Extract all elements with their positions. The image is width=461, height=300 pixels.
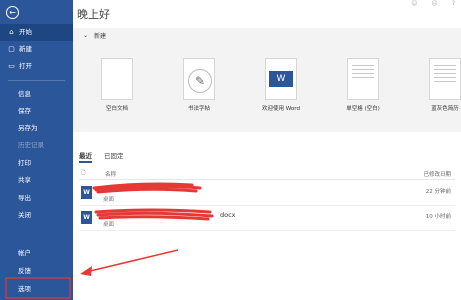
- template-thumbnail: [101, 58, 133, 100]
- nav-history: 历史记录: [18, 141, 44, 149]
- smiley-icon[interactable]: ☺: [411, 0, 417, 7]
- template-thumbnail: [347, 58, 379, 100]
- sidebar-divider: [8, 80, 65, 81]
- nav-new-label: 新建: [19, 45, 32, 53]
- word-doc-icon: W: [81, 186, 92, 199]
- file-location: 桌面: [103, 222, 115, 228]
- brush-icon: ✎: [188, 69, 212, 93]
- nav-open-label: 打开: [19, 62, 32, 70]
- template-calligraphy[interactable]: ✎ 书法字帖: [169, 58, 229, 112]
- column-name[interactable]: 名称: [105, 170, 116, 178]
- nav-print[interactable]: 打印: [0, 155, 73, 172]
- nav-close[interactable]: 关闭: [0, 207, 73, 224]
- nav-home-label: 开始: [19, 28, 32, 36]
- home-icon: ⌂: [9, 28, 14, 36]
- folder-open-icon: ▭: [8, 62, 15, 70]
- text-lines-icon: [352, 65, 374, 81]
- template-resume[interactable]: 蓝灰色简历: [415, 58, 461, 112]
- new-section: ⌄ 新建 空白文档 ✎ 书法字帖 W 欢迎使用 Word 单空格 (空白) 蓝灰…: [73, 28, 461, 132]
- nav-new[interactable]: ▢ 新建: [0, 41, 73, 58]
- text-lines-icon: [434, 65, 456, 85]
- template-thumbnail: W: [265, 58, 297, 100]
- template-label: 蓝灰色简历: [431, 106, 459, 112]
- nav-feedback[interactable]: 反馈: [0, 263, 73, 280]
- word-doc-icon: W: [81, 211, 92, 224]
- frown-icon[interactable]: ☹: [432, 0, 438, 7]
- file-icon: 🗋: [81, 170, 86, 176]
- file-name: docx: [220, 211, 236, 219]
- tab-pinned[interactable]: 已固定: [104, 150, 124, 163]
- new-section-title: 新建: [94, 33, 107, 40]
- nav-open[interactable]: ▭ 打开: [0, 58, 73, 75]
- chevron-down-icon: ⌄: [83, 32, 89, 39]
- file-modified: 10 小时前: [425, 214, 451, 220]
- template-thumbnail: ✎: [183, 58, 215, 100]
- nav-options[interactable]: 选项: [0, 281, 73, 298]
- template-label: 空白文档: [105, 106, 128, 112]
- template-label: 书法字帖: [187, 106, 210, 112]
- template-label: 欢迎使用 Word: [262, 106, 300, 112]
- word-logo-icon: W: [269, 71, 293, 87]
- nav-home[interactable]: ⌂ 开始: [0, 24, 73, 41]
- file-list-header: 🗋 名称 已修改日期: [79, 168, 455, 180]
- nav-info[interactable]: 信息: [0, 86, 73, 103]
- column-date[interactable]: 已修改日期: [423, 170, 451, 178]
- help-icon[interactable]: ?: [452, 0, 455, 7]
- nav-save[interactable]: 保存: [0, 103, 73, 120]
- window-controls: ☺ ☹ ?: [411, 0, 455, 7]
- file-location: 桌面: [103, 197, 115, 203]
- nav-account[interactable]: 帐户: [0, 245, 73, 262]
- template-single-spaced[interactable]: 单空格 (空白): [333, 58, 393, 112]
- nav-save-as[interactable]: 另存为: [0, 120, 73, 137]
- file-modified: 22 分钟前: [425, 189, 451, 195]
- backstage-sidebar: ← ⌂ 开始 ▢ 新建 ▭ 打开 信息 保存 另存为 历史记录 打印 共享 导出…: [0, 0, 73, 300]
- nav-export[interactable]: 导出: [0, 190, 73, 207]
- new-doc-icon: ▢: [8, 45, 15, 53]
- nav-share[interactable]: 共享: [0, 172, 73, 189]
- recent-file-row[interactable]: W docx 桌面 10 小时前: [79, 206, 455, 231]
- back-arrow-icon[interactable]: ←: [6, 6, 19, 19]
- template-blank[interactable]: 空白文档: [87, 58, 147, 112]
- backstage-main: 晚上好 ☺ ☹ ? ⌄ 新建 空白文档 ✎ 书法字帖 W 欢迎使用 Word 单…: [73, 0, 461, 300]
- file-tabs: 最近 已固定: [79, 150, 124, 163]
- page-greeting: 晚上好: [77, 8, 110, 21]
- new-section-header[interactable]: ⌄ 新建: [83, 31, 106, 40]
- template-label: 单空格 (空白): [346, 106, 380, 112]
- template-thumbnail: [429, 58, 461, 100]
- recent-file-row[interactable]: W 桌面 22 分钟前: [79, 181, 455, 206]
- tab-recent[interactable]: 最近: [79, 150, 92, 163]
- template-welcome[interactable]: W 欢迎使用 Word: [251, 58, 311, 112]
